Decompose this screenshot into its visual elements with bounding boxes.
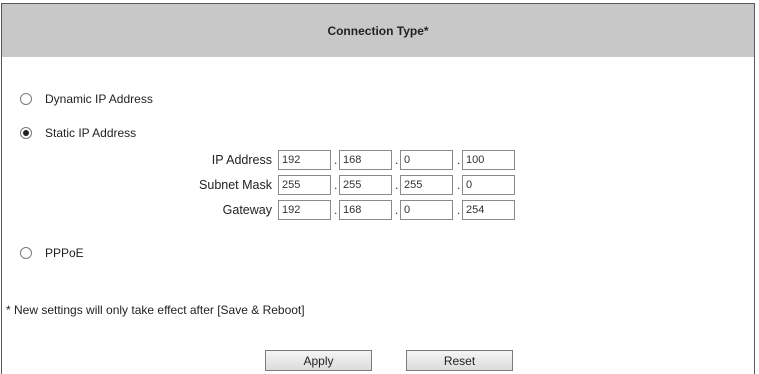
gateway-octet-3[interactable] <box>400 200 453 220</box>
gateway-octet-2[interactable] <box>339 200 392 220</box>
option-static-ip[interactable]: Static IP Address <box>20 126 136 140</box>
ip-address-octet-3[interactable] <box>400 150 453 170</box>
gateway-dot-3: . <box>457 203 461 217</box>
ip-dot-3: . <box>457 153 461 167</box>
radio-dynamic-ip[interactable] <box>20 93 32 105</box>
gateway-octet-1[interactable] <box>278 200 331 220</box>
subnet-mask-octet-1[interactable] <box>278 175 331 195</box>
subnet-mask-octet-3[interactable] <box>400 175 453 195</box>
connection-type-panel: Connection Type* Dynamic IP Address Stat… <box>1 3 755 374</box>
ip-address-octet-4[interactable] <box>462 150 515 170</box>
subnet-mask-octet-2[interactable] <box>339 175 392 195</box>
subnet-mask-label: Subnet Mask <box>199 178 272 192</box>
panel-header: Connection Type* <box>2 4 754 57</box>
ip-address-octet-2[interactable] <box>339 150 392 170</box>
label-pppoe: PPPoE <box>45 246 84 260</box>
reset-button[interactable]: Reset <box>406 350 513 371</box>
ip-address-label: IP Address <box>211 153 272 167</box>
subnet-dot-3: . <box>457 178 461 192</box>
subnet-mask-row: Subnet Mask . . . <box>2 175 756 196</box>
option-dynamic-ip[interactable]: Dynamic IP Address <box>20 92 153 106</box>
option-pppoe[interactable]: PPPoE <box>20 246 84 260</box>
gateway-dot-1: . <box>334 203 338 217</box>
label-static-ip: Static IP Address <box>45 126 137 140</box>
gateway-row: Gateway . . . <box>2 200 756 221</box>
gateway-octet-4[interactable] <box>462 200 515 220</box>
panel-title: Connection Type* <box>327 23 429 38</box>
ip-address-octet-1[interactable] <box>278 150 331 170</box>
radio-pppoe[interactable] <box>20 247 32 259</box>
save-reboot-note: * New settings will only take effect aft… <box>6 303 305 317</box>
apply-button[interactable]: Apply <box>265 350 372 371</box>
label-dynamic-ip: Dynamic IP Address <box>45 92 153 106</box>
gateway-label: Gateway <box>222 203 272 217</box>
ip-dot-1: . <box>334 153 338 167</box>
subnet-mask-octet-4[interactable] <box>462 175 515 195</box>
subnet-dot-2: . <box>395 178 399 192</box>
subnet-dot-1: . <box>334 178 338 192</box>
radio-static-ip[interactable] <box>20 127 32 139</box>
ip-address-row: IP Address . . . <box>2 150 756 171</box>
ip-dot-2: . <box>395 153 399 167</box>
gateway-dot-2: . <box>395 203 399 217</box>
